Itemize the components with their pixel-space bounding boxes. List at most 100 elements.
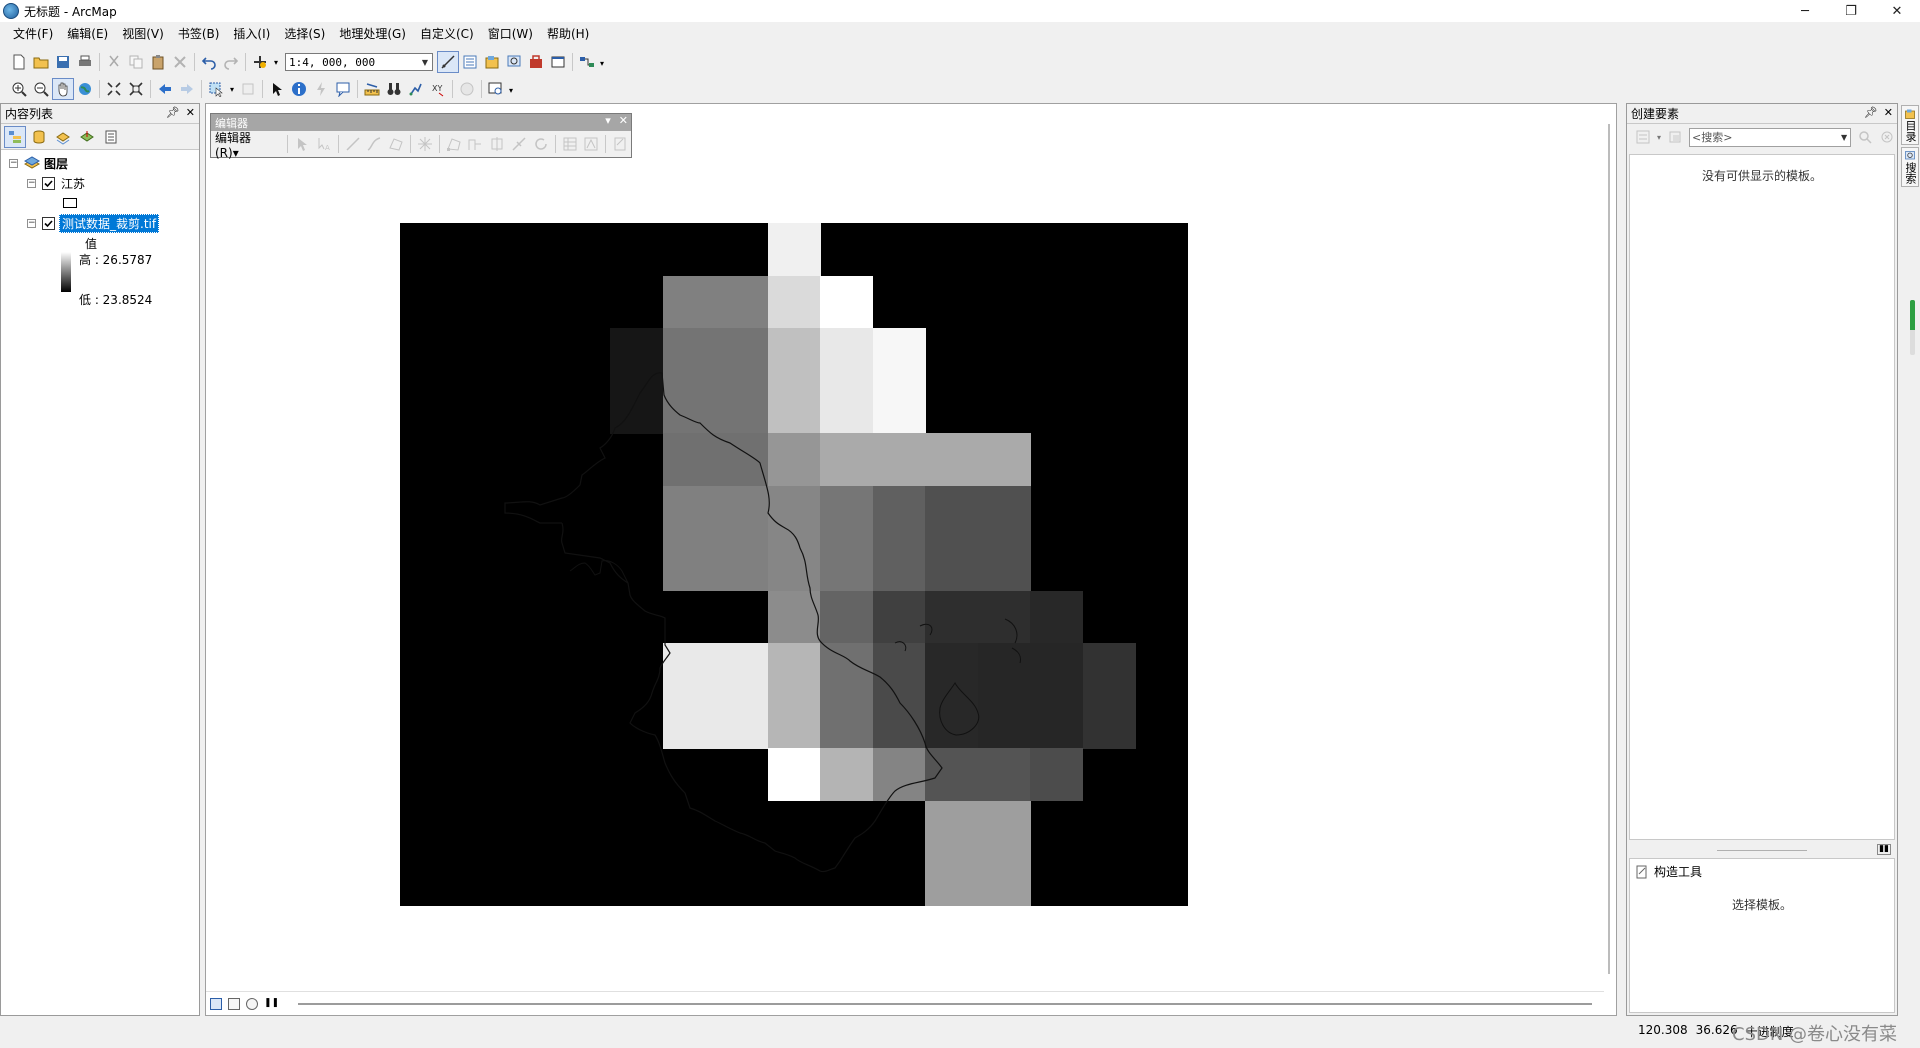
menu-file[interactable]: 文件(F) — [6, 24, 60, 44]
measure-ruler-icon[interactable] — [361, 78, 383, 100]
clear-selection-icon[interactable] — [237, 78, 259, 100]
back-arrow-icon[interactable] — [154, 78, 176, 100]
redo-icon[interactable] — [220, 51, 242, 73]
save-icon[interactable] — [52, 51, 74, 73]
edit-annotation-icon[interactable]: A — [313, 133, 335, 155]
create-features-window-icon[interactable] — [609, 133, 631, 155]
data-frame-row[interactable]: − 图层 — [9, 154, 68, 172]
paste-icon[interactable] — [147, 51, 169, 73]
add-data-dropdown-icon[interactable]: ▾ — [271, 51, 281, 73]
trace-icon[interactable] — [363, 133, 385, 155]
list-by-source-icon[interactable] — [28, 126, 50, 148]
delete-icon[interactable] — [169, 51, 191, 73]
hyperlink-bolt-icon[interactable] — [310, 78, 332, 100]
create-viewer-window-icon[interactable] — [485, 78, 507, 100]
model-builder-icon[interactable] — [576, 51, 598, 73]
filter-dropdown-icon[interactable]: ▾ — [1657, 133, 1661, 142]
template-properties-icon[interactable] — [1667, 126, 1683, 148]
edit-vertices-icon[interactable] — [443, 133, 465, 155]
menu-help[interactable]: 帮助(H) — [540, 24, 596, 44]
arctoolbox-icon[interactable] — [525, 51, 547, 73]
collapse-icon[interactable]: − — [9, 158, 18, 168]
undo-icon[interactable] — [198, 51, 220, 73]
straight-segment-icon[interactable] — [342, 133, 364, 155]
close-window-button[interactable]: ✕ — [1874, 0, 1920, 22]
rotate-icon[interactable] — [530, 133, 552, 155]
find-route-icon[interactable] — [405, 78, 427, 100]
forward-arrow-icon[interactable] — [176, 78, 198, 100]
cut-polygons-icon[interactable] — [486, 133, 508, 155]
print-icon[interactable] — [74, 51, 96, 73]
maximize-button[interactable]: ❐ — [1828, 0, 1874, 22]
fixed-zoom-out-icon[interactable] — [125, 78, 147, 100]
menu-view[interactable]: 视图(V) — [115, 24, 171, 44]
toolbar-options-icon[interactable]: ▾ — [598, 52, 606, 74]
editor-toolbar-titlebar[interactable]: 编辑器 ▾ ✕ — [211, 114, 631, 131]
search-window-icon[interactable] — [503, 51, 525, 73]
menu-windows[interactable]: 窗口(W) — [481, 24, 540, 44]
refresh-icon[interactable] — [246, 997, 258, 1010]
menu-edit[interactable]: 编辑(E) — [60, 24, 115, 44]
cut-icon[interactable] — [103, 51, 125, 73]
reshape-icon[interactable] — [465, 133, 487, 155]
list-by-drawing-order-icon[interactable] — [4, 125, 26, 148]
layer-row-raster[interactable]: − 测试数据_裁剪.tif — [27, 213, 160, 233]
tools-toolbar-options-icon[interactable]: ▾ — [507, 79, 515, 101]
menu-bookmarks[interactable]: 书签(B) — [171, 24, 227, 44]
editor-toolbar-toggle-icon[interactable] — [437, 51, 459, 73]
snapping-icon[interactable] — [414, 133, 436, 155]
collapse-icon[interactable]: − — [27, 218, 36, 228]
layer-visibility-checkbox[interactable] — [42, 176, 55, 190]
open-folder-icon[interactable] — [30, 51, 52, 73]
zoom-in-icon[interactable] — [8, 78, 30, 100]
html-popup-icon[interactable] — [332, 78, 354, 100]
identify-info-icon[interactable] — [288, 78, 310, 100]
menu-geoprocessing[interactable]: 地理处理(G) — [332, 24, 413, 44]
clear-search-icon[interactable] — [1879, 126, 1895, 148]
edit-tool-icon[interactable] — [291, 133, 313, 155]
template-search-input[interactable]: <搜索> ▼ — [1689, 127, 1852, 147]
sketch-properties-icon[interactable] — [580, 133, 602, 155]
layout-view-icon[interactable] — [228, 997, 240, 1010]
editor-menu-button[interactable]: 编辑器(R)▾ — [215, 129, 274, 160]
collapse-icon[interactable]: − — [27, 178, 36, 188]
template-list[interactable]: 没有可供显示的模板。 — [1629, 154, 1895, 840]
select-features-dropdown-icon[interactable]: ▾ — [227, 78, 237, 100]
splitter-toggle-icon[interactable]: ▮▮ — [1877, 844, 1891, 855]
select-features-icon[interactable] — [205, 78, 227, 100]
list-by-visibility-icon[interactable] — [52, 126, 74, 148]
menu-selection[interactable]: 选择(S) — [277, 24, 332, 44]
time-slider-icon[interactable] — [456, 78, 478, 100]
menu-customize[interactable]: 自定义(C) — [413, 24, 481, 44]
map-scale-combo[interactable]: 1:4, 000, 000 ▼ — [285, 53, 433, 71]
pin-icon[interactable]: 📌︎ — [166, 106, 180, 119]
catalog-window-icon[interactable] — [481, 51, 503, 73]
go-to-xy-icon[interactable]: XY — [427, 78, 449, 100]
pin-icon[interactable]: 📌︎ — [1864, 106, 1878, 119]
fixed-zoom-in-icon[interactable] — [103, 78, 125, 100]
menu-insert[interactable]: 插入(I) — [226, 24, 277, 44]
search-dock-tab[interactable]: 搜索 — [1901, 147, 1919, 187]
organize-templates-icon[interactable] — [1635, 126, 1651, 148]
minimize-button[interactable]: ─ — [1782, 0, 1828, 22]
full-extent-globe-icon[interactable] — [74, 78, 96, 100]
zoom-out-icon[interactable] — [30, 78, 52, 100]
add-data-icon[interactable] — [249, 51, 271, 73]
toolbar-menu-chevron-icon[interactable]: ▾ — [605, 114, 611, 127]
chevron-down-icon[interactable]: ▼ — [418, 54, 432, 70]
pane-splitter[interactable]: ▮▮ — [1629, 844, 1895, 856]
new-document-icon[interactable] — [8, 51, 30, 73]
split-icon[interactable] — [508, 133, 530, 155]
table-of-contents-icon[interactable] — [459, 51, 481, 73]
toc-options-icon[interactable] — [100, 126, 122, 148]
vertical-scrollbar[interactable] — [1602, 104, 1616, 984]
select-elements-arrow-icon[interactable] — [266, 78, 288, 100]
close-icon[interactable]: ✕ — [1884, 106, 1893, 119]
python-window-icon[interactable] — [547, 51, 569, 73]
copy-icon[interactable] — [125, 51, 147, 73]
data-view-icon[interactable] — [210, 997, 222, 1010]
chevron-down-icon[interactable]: ▼ — [1838, 133, 1850, 142]
layer-visibility-checkbox[interactable] — [42, 216, 55, 230]
pan-hand-icon[interactable] — [52, 78, 74, 100]
horizontal-scrollbar[interactable]: ❚❚ — [206, 991, 1604, 1015]
